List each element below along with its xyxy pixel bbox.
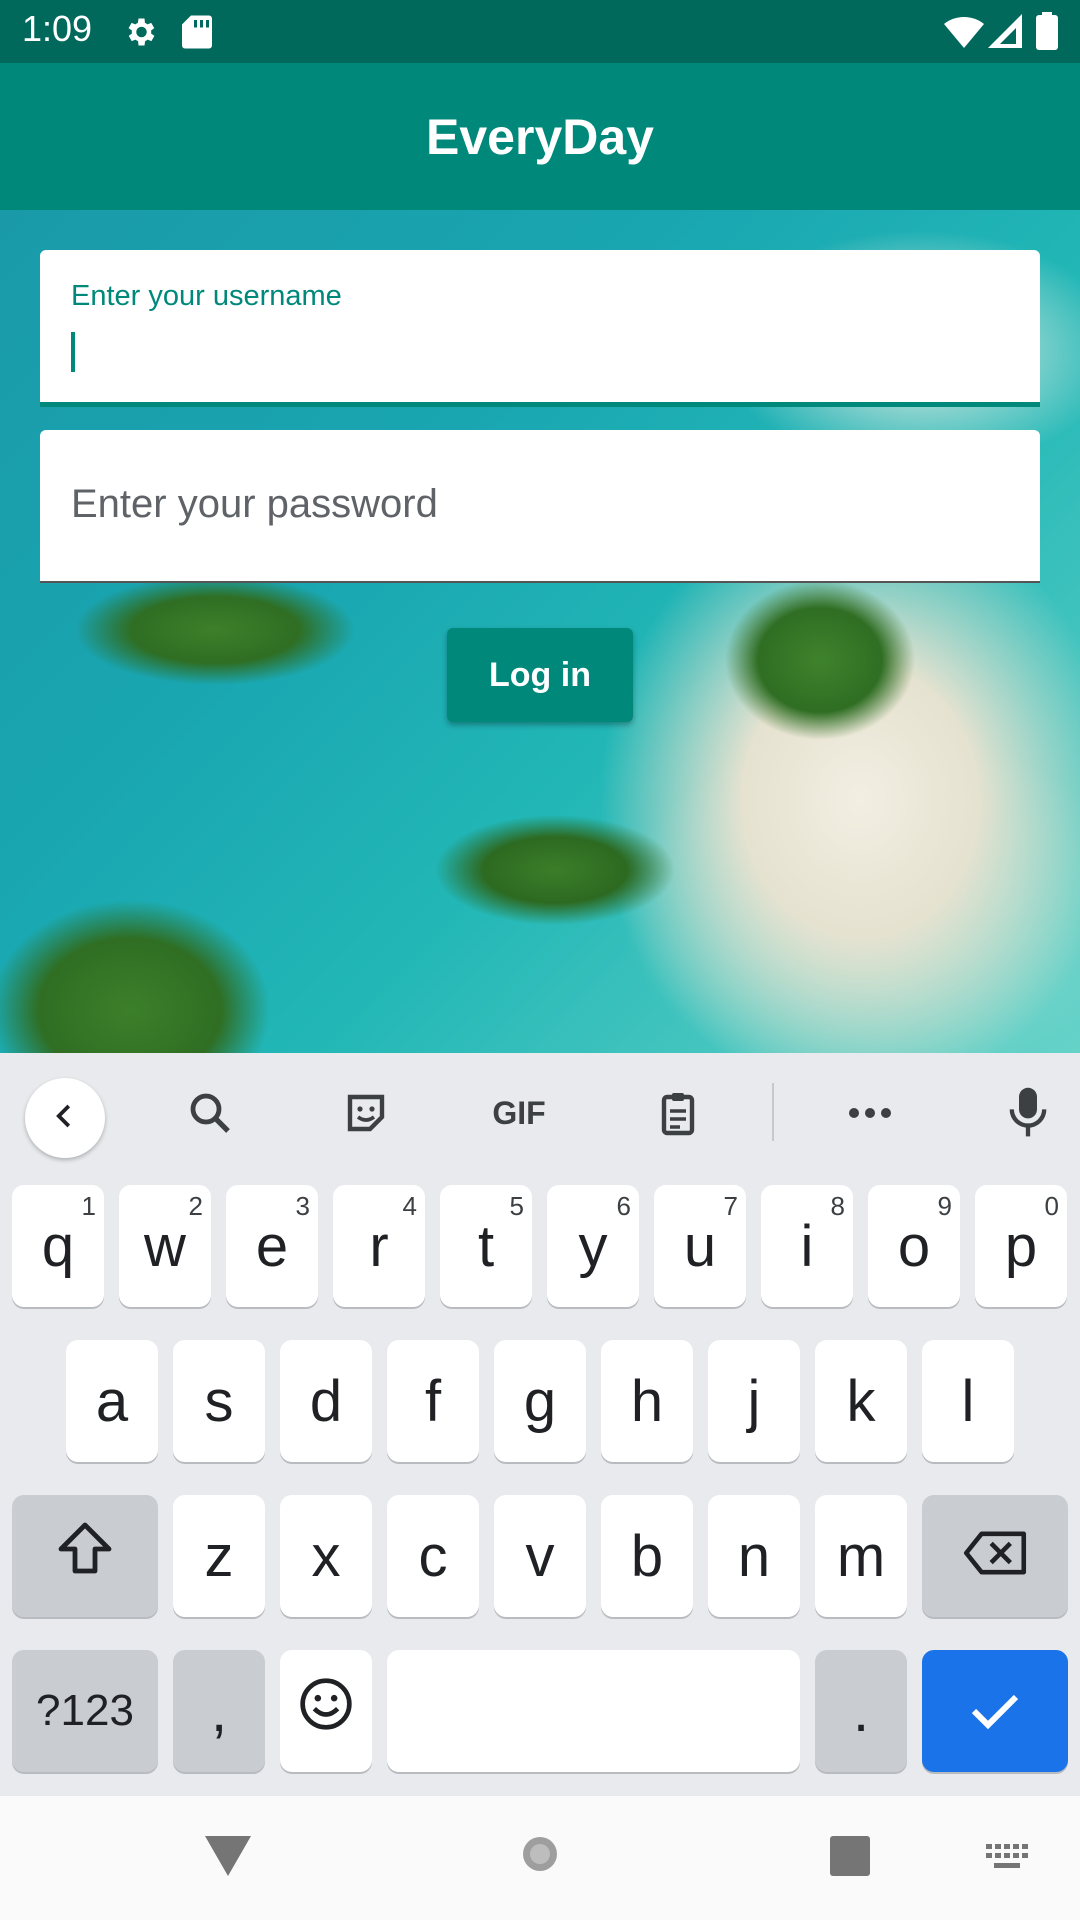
key-s[interactable]: s [173,1340,265,1462]
keyboard-back-button[interactable] [25,1078,105,1158]
done-key[interactable] [922,1650,1068,1772]
key-o[interactable]: o9 [868,1185,960,1307]
key-w[interactable]: w2 [119,1185,211,1307]
key-label: w [144,1213,186,1279]
key-label: p [1004,1213,1038,1279]
period-key[interactable]: . [815,1650,907,1772]
more-icon[interactable] [840,1083,900,1143]
key-n[interactable]: n [708,1495,800,1617]
backspace-key[interactable] [922,1495,1068,1617]
key-hint: 2 [188,1191,203,1221]
sd-card-icon [182,14,212,54]
gif-button[interactable]: GIF [484,1083,554,1143]
back-triangle-icon[interactable] [205,1836,251,1882]
key-d[interactable]: d [280,1340,372,1462]
password-field[interactable]: Enter your password [40,430,1040,583]
text-cursor [71,332,75,372]
backspace-icon [961,1523,1029,1590]
login-button[interactable]: Log in [447,628,633,722]
gif-label: GIF [492,1094,546,1131]
key-hint: 3 [295,1191,310,1221]
app-bar: EveryDay [0,63,1080,210]
key-b[interactable]: b [601,1495,693,1617]
key-l[interactable]: l [922,1340,1014,1462]
key-label: e [255,1213,289,1279]
key-t[interactable]: t5 [440,1185,532,1307]
login-screen: Enter your username Enter your password … [0,210,1080,1053]
key-e[interactable]: e3 [226,1185,318,1307]
key-hint: 7 [723,1191,738,1221]
emoji-key[interactable] [280,1650,372,1772]
sticker-icon[interactable] [336,1083,396,1143]
key-q[interactable]: q1 [12,1185,104,1307]
keyboard-switch-icon[interactable] [986,1844,1028,1876]
clipboard-icon[interactable] [648,1083,708,1143]
space-key[interactable] [387,1650,800,1772]
key-v[interactable]: v [494,1495,586,1617]
key-hint: 5 [509,1191,524,1221]
toolbar-divider [772,1083,774,1141]
key-p[interactable]: p0 [975,1185,1067,1307]
key-c[interactable]: c [387,1495,479,1617]
username-label: Enter your username [71,280,342,312]
signal-icon [988,14,1022,52]
key-m[interactable]: m [815,1495,907,1617]
symbols-key[interactable]: ?123 [12,1650,158,1772]
key-hint: 8 [830,1191,845,1221]
key-label: i [800,1213,814,1279]
settings-gear-icon [122,14,158,54]
status-bar: 1:09 [0,0,1080,63]
mic-icon[interactable] [998,1083,1058,1143]
key-y[interactable]: y6 [547,1185,639,1307]
wifi-icon [944,16,984,52]
key-j[interactable]: j [708,1340,800,1462]
key-u[interactable]: u7 [654,1185,746,1307]
keyboard-toolbar: GIF [0,1053,1080,1167]
key-g[interactable]: g [494,1340,586,1462]
key-a[interactable]: a [66,1340,158,1462]
key-z[interactable]: z [173,1495,265,1617]
key-label: o [897,1213,931,1279]
key-hint: 9 [937,1191,952,1221]
app-title: EveryDay [426,108,654,165]
key-label: q [41,1213,75,1279]
back-chevron-icon [50,1101,80,1135]
search-icon[interactable] [180,1083,240,1143]
shift-key[interactable] [12,1495,158,1617]
soft-keyboard: GIF q1 w2 e3 r4 t5 y6 u7 i8 o9 p0 a s d … [0,1053,1080,1796]
key-hint: 6 [616,1191,631,1221]
key-f[interactable]: f [387,1340,479,1462]
emoji-icon [298,1676,354,1746]
key-hint: 4 [402,1191,417,1221]
key-hint: 0 [1044,1191,1059,1221]
key-label: y [578,1213,608,1279]
recents-square-icon[interactable] [830,1836,870,1880]
key-r[interactable]: r4 [333,1185,425,1307]
navigation-bar [0,1796,1080,1920]
home-icon[interactable] [520,1834,560,1878]
key-label: r [369,1213,389,1279]
key-label: t [477,1213,495,1279]
shift-icon [55,1521,115,1591]
comma-key[interactable]: , [173,1650,265,1772]
password-placeholder: Enter your password [71,482,438,526]
key-hint: 1 [81,1191,96,1221]
battery-icon [1036,12,1058,54]
key-h[interactable]: h [601,1340,693,1462]
status-time: 1:09 [22,8,93,49]
key-i[interactable]: i8 [761,1185,853,1307]
checkmark-icon [970,1678,1020,1745]
key-k[interactable]: k [815,1340,907,1462]
username-field[interactable]: Enter your username [40,250,1040,407]
key-label: u [683,1213,717,1279]
key-x[interactable]: x [280,1495,372,1617]
